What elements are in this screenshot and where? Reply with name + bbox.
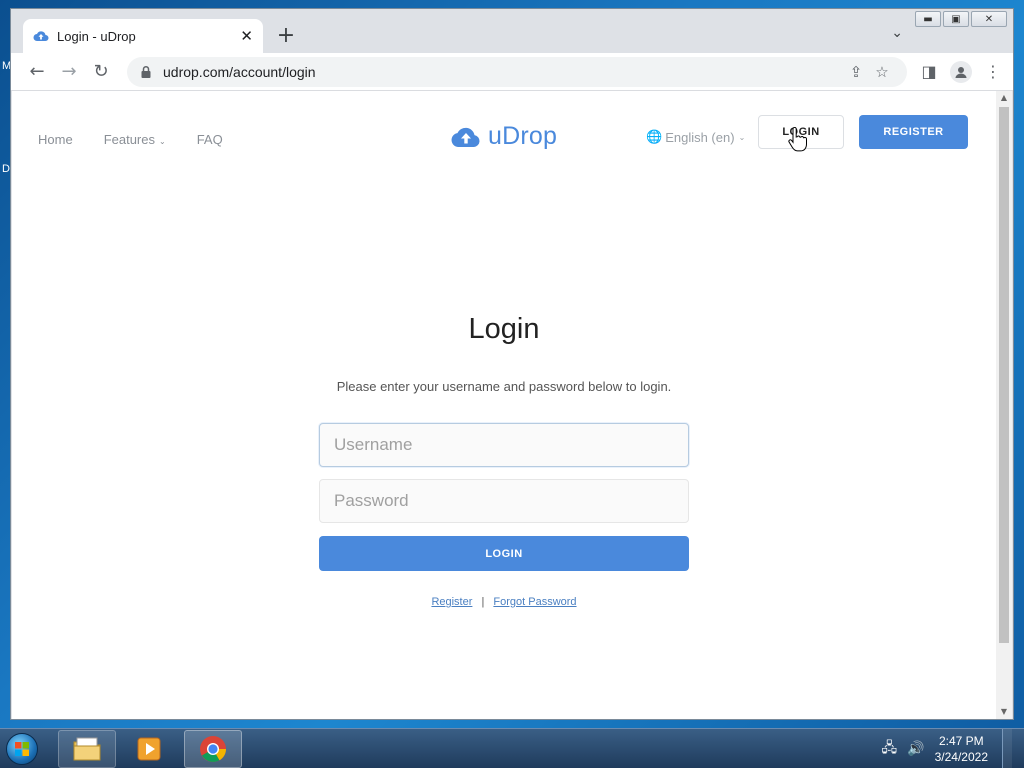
chrome-icon: [200, 735, 227, 762]
address-bar[interactable]: udrop.com/account/login ⇪ ☆: [127, 56, 907, 87]
menu-icon[interactable]: ⋮: [977, 62, 1009, 81]
globe-icon: 🌐: [646, 130, 663, 145]
bookmark-star-icon[interactable]: ☆: [869, 63, 895, 81]
windows-start-icon: [6, 732, 38, 765]
new-tab-button[interactable]: +: [273, 23, 299, 49]
person-icon: [955, 66, 967, 78]
share-icon[interactable]: ⇪: [843, 63, 869, 81]
taskbar: 🖧 🔊 2:47 PM 3/24/2022: [0, 728, 1024, 768]
clock[interactable]: 2:47 PM 3/24/2022: [935, 733, 988, 765]
browser-window: ▬ ▣ ✕ Login - uDrop ✕ + ⌄ ← → ↻ udrop.co…: [10, 8, 1014, 720]
nav-features-link[interactable]: Features ⌄: [104, 132, 166, 147]
register-link[interactable]: Register: [431, 596, 472, 608]
site-nav: Home Features ⌄ FAQ: [38, 132, 223, 147]
nav-faq-link[interactable]: FAQ: [197, 132, 223, 147]
login-submit-button[interactable]: LOGIN: [319, 536, 689, 571]
tab-login-udrop[interactable]: Login - uDrop ✕: [23, 19, 263, 53]
cloud-upload-icon: [33, 31, 49, 41]
forgot-password-link[interactable]: Forgot Password: [493, 596, 576, 608]
nav-home-link[interactable]: Home: [38, 132, 73, 147]
side-panel-icon[interactable]: ◨: [913, 62, 945, 81]
desktop-icon-label: D: [2, 163, 10, 175]
start-button[interactable]: [0, 730, 44, 768]
link-separator: |: [481, 596, 485, 608]
reload-button[interactable]: ↻: [85, 56, 117, 88]
folder-icon: [73, 737, 101, 760]
nav-features-label: Features: [103, 132, 155, 147]
auth-links: Register | Forgot Password: [12, 596, 996, 608]
profile-avatar[interactable]: [950, 60, 972, 83]
chevron-down-icon: ⌄: [159, 137, 166, 146]
vertical-scrollbar[interactable]: ▲ ▼: [996, 91, 1012, 719]
back-button[interactable]: ←: [21, 56, 53, 88]
cloud-upload-icon: [451, 127, 480, 147]
language-selector[interactable]: 🌐 English (en) ⌄: [646, 130, 745, 145]
chevron-down-icon: ⌄: [738, 133, 746, 142]
tab-title: Login - uDrop: [57, 28, 136, 44]
system-tray: 🖧 🔊 2:47 PM 3/24/2022: [882, 729, 1012, 768]
page-title: Login: [468, 313, 540, 345]
scroll-up-icon[interactable]: ▲: [996, 91, 1012, 105]
media-player-icon: [137, 737, 161, 760]
tab-strip: Login - uDrop ✕ + ⌄: [11, 9, 1013, 53]
browser-toolbar: ← → ↻ udrop.com/account/login ⇪ ☆ ◨ ⋮: [11, 53, 1013, 91]
password-input[interactable]: [319, 479, 689, 523]
volume-icon[interactable]: 🔊: [907, 741, 924, 757]
scroll-down-icon[interactable]: ▼: [996, 705, 1012, 719]
clock-time: 2:47 PM: [938, 734, 984, 748]
tab-close-icon[interactable]: ✕: [240, 27, 253, 45]
language-label: English (en): [665, 130, 735, 145]
login-instructions: Please enter your username and password …: [336, 379, 672, 394]
url-text[interactable]: udrop.com/account/login: [163, 64, 843, 80]
lock-icon: [141, 65, 151, 78]
hand-pointer-icon: [788, 127, 807, 152]
forward-button[interactable]: →: [53, 56, 85, 88]
clock-date: 3/24/2022: [934, 750, 988, 764]
network-icon[interactable]: 🖧: [882, 737, 898, 761]
site-logo[interactable]: uDrop: [450, 122, 557, 151]
scrollbar-thumb[interactable]: [999, 107, 1009, 643]
show-desktop-button[interactable]: [1002, 729, 1012, 768]
taskbar-media-player[interactable]: [120, 730, 178, 768]
tab-search-button[interactable]: ⌄: [891, 25, 903, 41]
header-register-button[interactable]: REGISTER: [859, 115, 968, 149]
taskbar-chrome[interactable]: [184, 729, 242, 768]
taskbar-explorer[interactable]: [58, 729, 116, 768]
logo-text: uDrop: [488, 122, 558, 150]
page-viewport: Home Features ⌄ FAQ uDrop 🌐 English (en) …: [12, 91, 996, 719]
username-input[interactable]: [319, 423, 689, 467]
